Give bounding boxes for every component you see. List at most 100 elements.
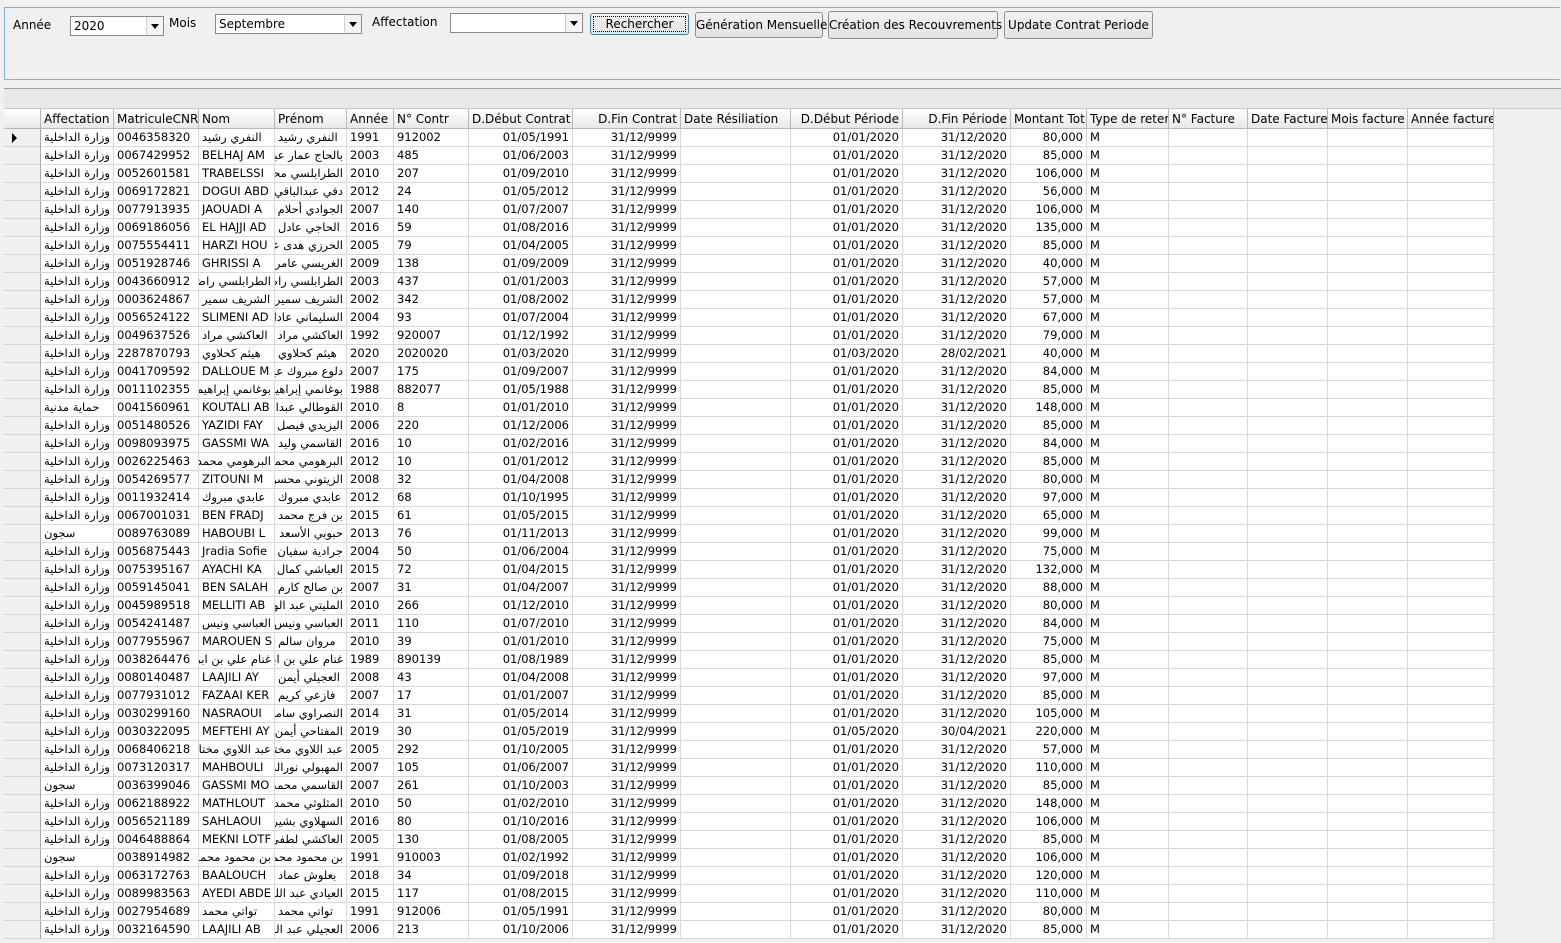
table-cell[interactable]: الشريف سمير — [275, 291, 347, 309]
table-cell[interactable]: 31/12/2020 — [903, 489, 1011, 507]
table-cell[interactable]: 2004 — [347, 543, 394, 561]
table-cell[interactable]: M — [1087, 165, 1169, 183]
table-row[interactable]: وزارة الداخلية 0046488864 MEKNI LOTF العاكش… — [4, 831, 1494, 849]
table-cell[interactable]: 85,000 — [1011, 237, 1087, 255]
table-cell[interactable] — [681, 291, 791, 309]
table-cell[interactable]: 0046358320 — [114, 129, 199, 147]
table-cell[interactable]: بن فرج محمد — [275, 507, 347, 525]
table-cell[interactable]: 31/12/2020 — [903, 381, 1011, 399]
table-cell[interactable] — [681, 597, 791, 615]
table-cell[interactable]: M — [1087, 561, 1169, 579]
table-cell[interactable]: 31/12/2020 — [903, 579, 1011, 597]
table-cell[interactable] — [681, 345, 791, 363]
table-cell[interactable]: 01/01/2020 — [791, 867, 903, 885]
table-row[interactable]: وزارة الداخلية 0077913935 JAOUADI A الجوادي… — [4, 201, 1494, 219]
table-cell[interactable] — [1408, 525, 1494, 543]
table-cell[interactable]: BAALOUCH — [199, 867, 275, 885]
table-cell[interactable]: 31/12/9999 — [573, 309, 681, 327]
table-cell[interactable]: وزارة الداخلية — [41, 885, 114, 903]
row-header[interactable] — [4, 813, 41, 831]
table-cell[interactable]: بن صالح كارم — [275, 579, 347, 597]
table-cell[interactable]: M — [1087, 651, 1169, 669]
table-cell[interactable]: بالحاج عمار عبد — [275, 147, 347, 165]
table-cell[interactable] — [681, 921, 791, 939]
table-cell[interactable]: 0062188922 — [114, 795, 199, 813]
row-header[interactable] — [4, 777, 41, 795]
table-cell[interactable]: وزارة الداخلية — [41, 651, 114, 669]
row-header[interactable] — [4, 867, 41, 885]
table-cell[interactable] — [1169, 615, 1248, 633]
table-cell[interactable]: 01/05/2014 — [469, 705, 573, 723]
table-row[interactable]: وزارة الداخلية 2287870793 هيثم كحلاوي هيثم … — [4, 345, 1494, 363]
table-cell[interactable] — [1169, 219, 1248, 237]
table-cell[interactable] — [1248, 525, 1328, 543]
table-cell[interactable]: 0080140487 — [114, 669, 199, 687]
table-cell[interactable] — [1248, 507, 1328, 525]
table-cell[interactable]: الطرابلسي راضيا — [199, 273, 275, 291]
table-cell[interactable]: 01/05/1991 — [469, 903, 573, 921]
table-cell[interactable]: 2012 — [347, 489, 394, 507]
table-cell[interactable] — [1248, 327, 1328, 345]
table-cell[interactable] — [1328, 633, 1408, 651]
table-cell[interactable]: بوغانمي إبراهيم — [275, 381, 347, 399]
table-cell[interactable]: 2005 — [347, 831, 394, 849]
table-cell[interactable]: 34 — [394, 867, 469, 885]
table-cell[interactable]: M — [1087, 885, 1169, 903]
table-cell[interactable] — [1328, 453, 1408, 471]
table-cell[interactable] — [1408, 579, 1494, 597]
table-cell[interactable] — [681, 471, 791, 489]
row-header[interactable] — [4, 399, 41, 417]
table-cell[interactable]: 31 — [394, 579, 469, 597]
table-row[interactable]: وزارة الداخلية 0098093975 GASSMI WA القاسمي… — [4, 435, 1494, 453]
table-cell[interactable] — [1408, 669, 1494, 687]
table-cell[interactable]: 31/12/9999 — [573, 507, 681, 525]
table-cell[interactable] — [1248, 705, 1328, 723]
table-row[interactable]: وزارة الداخلية 0067429952 BELHAJ AM بالحاج … — [4, 147, 1494, 165]
table-cell[interactable] — [1248, 579, 1328, 597]
table-cell[interactable]: 43 — [394, 669, 469, 687]
table-cell[interactable]: 266 — [394, 597, 469, 615]
table-cell[interactable]: 2011 — [347, 615, 394, 633]
table-cell[interactable] — [1248, 255, 1328, 273]
row-header[interactable] — [4, 597, 41, 615]
table-cell[interactable]: 31/12/2020 — [903, 255, 1011, 273]
table-cell[interactable] — [681, 201, 791, 219]
table-cell[interactable]: M — [1087, 849, 1169, 867]
row-header[interactable] — [4, 723, 41, 741]
table-cell[interactable]: 01/01/2003 — [469, 273, 573, 291]
table-cell[interactable] — [1408, 489, 1494, 507]
table-cell[interactable]: دلوع مبروك عياد — [275, 363, 347, 381]
table-cell[interactable]: 01/04/2007 — [469, 579, 573, 597]
table-cell[interactable]: 2013 — [347, 525, 394, 543]
table-cell[interactable] — [1328, 129, 1408, 147]
table-cell[interactable]: ZITOUNI M — [199, 471, 275, 489]
table-cell[interactable]: 0030322095 — [114, 723, 199, 741]
table-cell[interactable]: الشريف سمير — [199, 291, 275, 309]
table-cell[interactable]: 140 — [394, 201, 469, 219]
table-cell[interactable]: 99,000 — [1011, 525, 1087, 543]
table-cell[interactable] — [1328, 597, 1408, 615]
table-cell[interactable] — [1248, 291, 1328, 309]
table-cell[interactable] — [1248, 759, 1328, 777]
table-cell[interactable]: 106,000 — [1011, 813, 1087, 831]
table-cell[interactable]: هيثم كحلاوي — [199, 345, 275, 363]
table-cell[interactable] — [1169, 525, 1248, 543]
table-cell[interactable]: 97,000 — [1011, 669, 1087, 687]
data-grid[interactable]: Affectation MatriculeCNR Nom Prénom Année N° … — [4, 109, 1561, 943]
table-cell[interactable]: وزارة الداخلية — [41, 327, 114, 345]
table-cell[interactable] — [1169, 723, 1248, 741]
mois-select[interactable]: Septembre — [215, 14, 362, 34]
table-cell[interactable]: 0041560961 — [114, 399, 199, 417]
table-cell[interactable] — [1328, 759, 1408, 777]
table-cell[interactable] — [681, 147, 791, 165]
table-cell[interactable]: 2010 — [347, 795, 394, 813]
table-cell[interactable] — [1248, 777, 1328, 795]
table-cell[interactable] — [1328, 705, 1408, 723]
table-cell[interactable]: هيثم كحلاوي — [275, 345, 347, 363]
table-cell[interactable]: 10 — [394, 435, 469, 453]
table-cell[interactable]: MEFTEHI AY — [199, 723, 275, 741]
table-cell[interactable]: 106,000 — [1011, 165, 1087, 183]
table-row[interactable]: وزارة الداخلية 0069186056 EL HAJJI AD الحاج… — [4, 219, 1494, 237]
table-cell[interactable]: 31/12/2020 — [903, 849, 1011, 867]
table-cell[interactable] — [681, 399, 791, 417]
